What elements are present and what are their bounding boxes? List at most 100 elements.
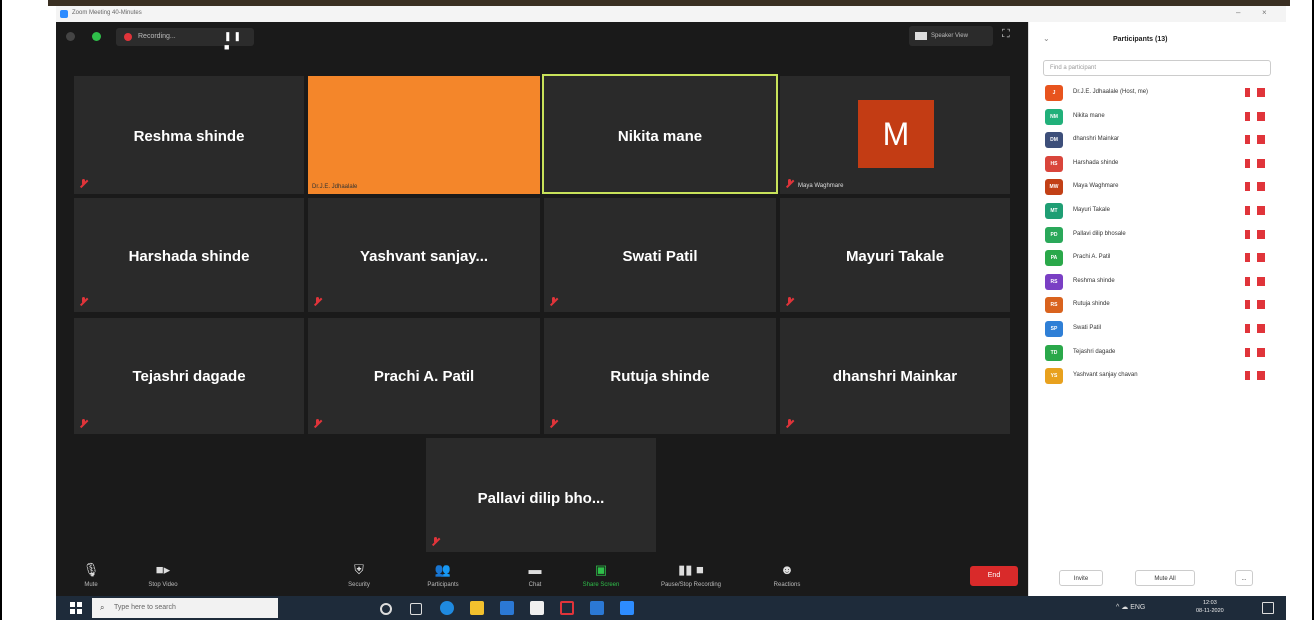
microphone-icon: 🎙 xyxy=(82,562,100,577)
office-icon[interactable] xyxy=(560,601,574,615)
participant-avatar: HS xyxy=(1045,155,1063,172)
security-button[interactable]: ⛨ Security xyxy=(324,562,394,588)
collapse-chevron-icon[interactable]: ⌄ xyxy=(1043,34,1050,43)
video-tile[interactable]: Pallavi dilip bho... xyxy=(426,438,656,552)
participant-row[interactable]: PD Pallavi dilip bhosale xyxy=(1039,226,1279,244)
window-title: Zoom Meeting 40-Minutes xyxy=(72,10,142,16)
video-tile[interactable]: Prachi A. Patil xyxy=(308,318,540,434)
participant-avatar: J xyxy=(1045,85,1063,101)
mute-all-button[interactable]: Mute All xyxy=(1135,570,1195,586)
participant-name: Nikita mane xyxy=(1073,112,1105,119)
participant-row[interactable]: HS Harshada shinde xyxy=(1039,155,1279,173)
recording-pause-stop-icon[interactable]: ❚❚ ■ xyxy=(224,31,254,52)
participant-name: Mayuri Takale xyxy=(845,248,945,265)
muted-mic-icon xyxy=(550,297,557,306)
file-explorer-icon[interactable] xyxy=(470,601,484,615)
muted-status-icons xyxy=(1239,347,1269,359)
reactions-button[interactable]: ☻ Reactions xyxy=(752,562,822,588)
participants-button[interactable]: 👥 Participants xyxy=(408,562,478,588)
speaker-view-icon xyxy=(915,32,927,40)
recording-controls-icon: ▮▮ ■ xyxy=(678,562,704,577)
search-icon: ⌕ xyxy=(100,603,105,612)
fullscreen-icon[interactable]: ⛶ xyxy=(1002,28,1010,41)
participant-row[interactable]: TD Tejashri dagade xyxy=(1039,344,1279,362)
notification-icon[interactable] xyxy=(1262,602,1274,614)
video-tile[interactable]: Swati Patil xyxy=(544,198,776,312)
participants-label: Participants xyxy=(427,582,459,588)
encryption-icon[interactable] xyxy=(66,32,75,41)
participant-row[interactable]: RS Rutuja shinde xyxy=(1039,296,1279,314)
share-screen-button[interactable]: ▣ Share Screen xyxy=(566,562,636,588)
muted-mic-icon xyxy=(432,537,439,546)
store-icon[interactable] xyxy=(500,601,514,615)
connection-status-icon[interactable] xyxy=(92,32,101,41)
pause-stop-recording-button[interactable]: ▮▮ ■ Pause/Stop Recording xyxy=(646,562,736,588)
participant-name: Prachi A. Patil xyxy=(1073,254,1111,261)
participant-avatar: TD xyxy=(1045,344,1063,361)
participant-row[interactable]: MT Mayuri Takale xyxy=(1039,202,1279,220)
find-participant-input[interactable]: Find a participant xyxy=(1043,60,1271,76)
participant-row[interactable]: J Dr.J.E. Jdhaalale (Host, me) xyxy=(1039,84,1279,102)
participant-name: Harshada shinde xyxy=(1073,159,1119,166)
mail-icon[interactable] xyxy=(590,601,604,615)
end-meeting-button[interactable]: End xyxy=(970,566,1018,586)
video-tile[interactable]: Rutuja shinde xyxy=(544,318,776,434)
muted-mic-icon xyxy=(314,419,321,428)
participant-name: Yashvant sanjay chavan xyxy=(1073,372,1138,379)
participant-name: Maya Waghmare xyxy=(1073,183,1119,190)
video-stage: Recording... ❚❚ ■ Speaker View ⛶ Reshma … xyxy=(56,22,1028,596)
participant-row[interactable]: SP Swati Patil xyxy=(1039,320,1279,338)
recording-label: Recording... xyxy=(138,33,176,40)
participant-name: Tejashri dagade xyxy=(132,368,246,385)
close-icon[interactable]: × xyxy=(1262,8,1267,17)
participant-name: Mayuri Takale xyxy=(1073,207,1110,213)
active-speaker-tile[interactable]: Nikita mane xyxy=(542,74,778,194)
video-tile[interactable]: Reshma shinde xyxy=(74,76,304,194)
speaker-view-label: Speaker View xyxy=(931,33,968,39)
stop-video-button[interactable]: ■▸ Stop Video xyxy=(128,562,198,588)
windows-start-icon[interactable] xyxy=(70,602,82,614)
video-tile[interactable]: Harshada shinde xyxy=(74,198,304,312)
muted-status-icons xyxy=(1239,134,1269,146)
video-tile[interactable]: dhanshri Mainkar xyxy=(780,318,1010,434)
participant-row[interactable]: PA Prachi A. Patil xyxy=(1039,249,1279,267)
participant-row[interactable]: NM Nikita mane xyxy=(1039,108,1279,126)
participant-row[interactable]: MW Maya Waghmare xyxy=(1039,178,1279,196)
video-tile[interactable]: Tejashri dagade xyxy=(74,318,304,434)
app-icon[interactable] xyxy=(530,601,544,615)
task-view-icon[interactable] xyxy=(410,603,422,615)
cortana-icon[interactable] xyxy=(380,603,392,615)
participant-name: dhanshri Mainkar xyxy=(1073,136,1120,143)
edge-browser-icon[interactable] xyxy=(440,601,454,615)
meeting-top-bar: Recording... ❚❚ ■ Speaker View ⛶ xyxy=(56,22,1028,52)
video-tile[interactable]: M Maya Waghmare xyxy=(780,76,1010,194)
participant-avatar: DM xyxy=(1045,132,1063,149)
video-tile[interactable]: Dr.J.E. Jdhaalale xyxy=(308,76,540,194)
video-tile[interactable]: Yashvant sanjay... xyxy=(308,198,540,312)
participant-name: Tejashri dagade xyxy=(1073,348,1116,355)
zoom-taskbar-icon[interactable] xyxy=(620,601,634,615)
reactions-icon: ☻ xyxy=(780,562,794,577)
speaker-view-button[interactable]: Speaker View xyxy=(909,26,993,46)
participants-panel: ⌄ Participants (13) Find a participant J… xyxy=(1028,22,1286,596)
more-options-button[interactable]: ... xyxy=(1235,570,1253,586)
taskbar-clock[interactable]: 12:03 08-11-2020 xyxy=(1196,599,1224,615)
mute-button[interactable]: 🎙 Mute xyxy=(56,562,126,588)
participant-row[interactable]: RS Reshma shinde xyxy=(1039,273,1279,291)
minimize-icon[interactable]: – xyxy=(1236,8,1240,17)
chat-button[interactable]: ▬ Chat xyxy=(500,562,570,588)
participant-name: Swati Patil xyxy=(1073,325,1102,331)
invite-button[interactable]: Invite xyxy=(1059,570,1103,586)
participant-name: Rutuja shinde xyxy=(610,368,710,385)
muted-status-icons xyxy=(1239,205,1269,217)
taskbar-search-box[interactable]: ⌕ Type here to search xyxy=(92,598,278,618)
participant-name: Prachi A. Patil xyxy=(373,368,475,385)
participant-name: Nikita mane xyxy=(617,128,703,145)
video-tile[interactable]: Mayuri Takale xyxy=(780,198,1010,312)
muted-mic-icon xyxy=(786,419,793,428)
participant-avatar: SP xyxy=(1045,321,1063,337)
participants-title: Participants (13) xyxy=(1113,36,1168,43)
muted-status-icons xyxy=(1239,158,1269,170)
participant-row[interactable]: DM dhanshri Mainkar xyxy=(1039,131,1279,149)
participant-row[interactable]: YS Yashvant sanjay chavan xyxy=(1039,367,1279,385)
